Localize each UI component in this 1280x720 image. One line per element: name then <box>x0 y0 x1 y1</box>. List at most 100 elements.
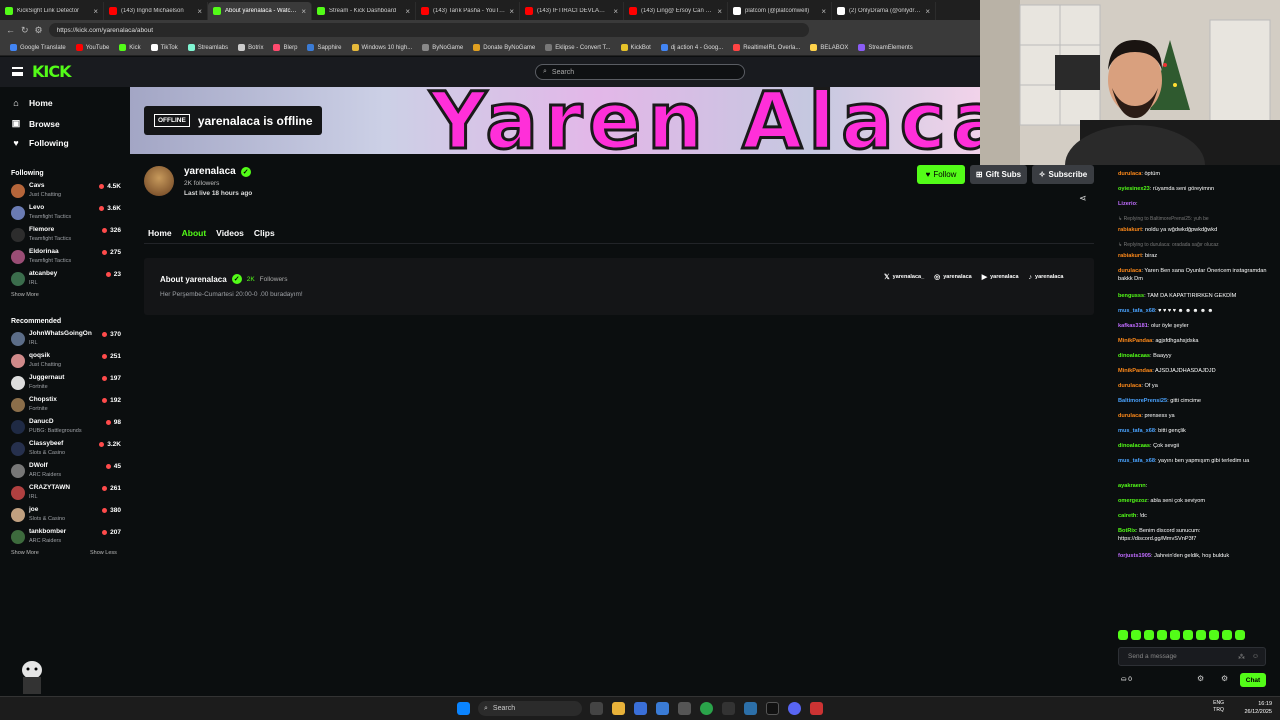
chat-username[interactable]: kafkas3181 <box>1118 323 1148 329</box>
sidebar-channel[interactable]: Levo Teamfight Tactics 3.6K <box>11 203 121 225</box>
obs-icon[interactable] <box>678 702 691 715</box>
chrome-icon[interactable] <box>700 702 713 715</box>
chat-username[interactable]: durulaca <box>1118 383 1141 389</box>
sidebar-channel[interactable]: JohnWhatsGoingOn IRL 370 <box>11 329 121 351</box>
emote-icon[interactable] <box>1183 630 1193 640</box>
bookmark-item[interactable]: KickBot <box>620 44 651 51</box>
sidebar-nav-following[interactable]: ♥ Following <box>11 138 68 148</box>
sidebar-channel[interactable]: atcanbey IRL 23 <box>11 269 121 291</box>
close-icon[interactable]: × <box>405 7 410 16</box>
chat-username[interactable]: rabiakurt <box>1118 227 1142 233</box>
tab-clips[interactable]: Clips <box>254 228 275 238</box>
kick-logo[interactable]: KICK <box>32 62 71 81</box>
chat-username[interactable]: rabiakurt <box>1118 253 1142 259</box>
sidebar-channel[interactable]: Eldorinaa Teamfight Tactics 275 <box>11 247 121 269</box>
show-less-link[interactable]: Show Less <box>90 550 117 556</box>
browser-tab[interactable]: (2) OnlyDrama (@onlydrama) × <box>832 2 936 20</box>
bookmark-item[interactable]: TikTok <box>150 44 178 51</box>
follow-button[interactable]: ♥ Follow <box>917 165 965 184</box>
app-icon[interactable] <box>722 702 735 715</box>
search-input[interactable]: ⌕ Search <box>535 64 745 80</box>
bookmark-item[interactable]: Blerp <box>273 44 297 51</box>
social-link[interactable]: ▶ yarenalaca <box>982 273 1019 281</box>
site-info-icon[interactable]: ⚙ <box>35 25 43 36</box>
bookmark-item[interactable]: Botrix <box>238 44 263 51</box>
bookmark-item[interactable]: Windows 10 high... <box>351 44 412 51</box>
bookmark-item[interactable]: BELABOX <box>810 44 848 51</box>
browser-tab[interactable]: platcom (@platcomwell) × <box>728 2 832 20</box>
chat-username[interactable]: mus_tafa_x68 <box>1118 458 1155 464</box>
chat-username[interactable]: durulaca <box>1118 268 1141 274</box>
emote-icon[interactable] <box>1144 630 1154 640</box>
sidebar-channel[interactable]: DanucD PUBG: Battlegrounds 98 <box>11 417 121 439</box>
close-icon[interactable]: × <box>925 7 930 16</box>
chat-username[interactable]: MinikPandaa <box>1118 338 1152 344</box>
sidebar-channel[interactable]: Classybeef Slots & Casino 3.2K <box>11 439 121 461</box>
url-field[interactable]: https://kick.com/yarenalaca/about <box>48 23 809 37</box>
chat-username[interactable]: ayakraenn <box>1118 483 1146 489</box>
taskbar-clock[interactable]: 16:19 26/12/2025 <box>1244 700 1272 716</box>
emote-icon[interactable] <box>1222 630 1232 640</box>
browser-tab[interactable]: About yarenalaca - Watch Li × <box>208 2 312 20</box>
bookmark-item[interactable]: Streamlabs <box>187 44 228 51</box>
channel-avatar[interactable] <box>144 166 174 196</box>
emote-icon[interactable] <box>1209 630 1219 640</box>
bookmark-item[interactable]: Donate ByNoGame <box>473 44 535 51</box>
browser-tab[interactable]: Stream - Kick Dashboard × <box>312 2 416 20</box>
smiley-icon[interactable]: ☺ <box>1252 653 1259 660</box>
browser-tab[interactable]: KickSight Link Detector × <box>0 2 104 20</box>
emote-icon[interactable] <box>1235 630 1245 640</box>
chat-username[interactable]: forjusts1905 <box>1118 553 1151 559</box>
menu-icon[interactable] <box>12 67 23 76</box>
sidebar-channel[interactable]: DWolf ARC Raiders 45 <box>11 461 121 483</box>
social-link[interactable]: ♪ yarenalaca <box>1029 273 1064 281</box>
tab-videos[interactable]: Videos <box>216 228 244 238</box>
chat-username[interactable]: mus_tafa_x68 <box>1118 308 1155 314</box>
chat-username[interactable]: bengusss <box>1118 293 1144 299</box>
task-view-icon[interactable] <box>590 702 603 715</box>
file-explorer-icon[interactable] <box>612 702 625 715</box>
chat-username[interactable]: BotRix <box>1118 528 1136 534</box>
windows-start-icon[interactable] <box>457 702 470 715</box>
close-icon[interactable]: × <box>509 7 514 16</box>
chat-input[interactable]: Send a message ⁂ ☺ <box>1118 647 1266 666</box>
browser-tab[interactable]: (143) Tarık Pasha - YouTube × <box>416 2 520 20</box>
bookmark-item[interactable]: StreamElements <box>858 44 913 51</box>
reload-icon[interactable]: ↻ <box>21 25 29 36</box>
emote-icon[interactable] <box>1196 630 1206 640</box>
share-icon[interactable]: ⋖ <box>1079 193 1087 204</box>
bookmark-item[interactable]: ByNoGame <box>422 44 463 51</box>
chat-username[interactable]: caireth <box>1118 513 1136 519</box>
bookmark-item[interactable]: YouTube <box>75 44 109 51</box>
chat-username[interactable]: oyiesinex23 <box>1118 186 1150 192</box>
chat-username[interactable]: mus_tafa_x68 <box>1118 428 1155 434</box>
sidebar-channel[interactable]: Juggernaut Fortnite 197 <box>11 373 121 395</box>
social-link[interactable]: ◎ yarenalaca <box>934 273 972 281</box>
emote-icon[interactable] <box>1118 630 1128 640</box>
gift-subs-button[interactable]: ⊞ Gift Subs <box>970 165 1027 184</box>
bookmark-item[interactable]: RealtimeIRL Overla... <box>733 44 800 51</box>
close-icon[interactable]: × <box>197 7 202 16</box>
bookmark-item[interactable]: Google Translate <box>10 44 66 51</box>
store-icon[interactable] <box>634 702 647 715</box>
bookmark-item[interactable]: Sapphire <box>307 44 342 51</box>
chat-username[interactable]: durulaca <box>1118 171 1141 177</box>
tab-home[interactable]: Home <box>148 228 172 238</box>
tab-about[interactable]: About <box>182 228 207 238</box>
chat-username[interactable]: dinoalacaas <box>1118 443 1150 449</box>
chat-tools-icon[interactable]: ⚙ <box>1221 674 1228 683</box>
back-icon[interactable]: ← <box>6 25 15 35</box>
show-more-link[interactable]: Show More <box>11 292 39 298</box>
language-indicator[interactable]: ENG TRQ <box>1213 700 1224 714</box>
sidebar-channel[interactable]: joe Slots & Casino 380 <box>11 505 121 527</box>
close-icon[interactable]: × <box>301 7 306 16</box>
sidebar-channel[interactable]: Chopstix Fortnite 192 <box>11 395 121 417</box>
emote-picker-icon[interactable]: ⁂ <box>1238 653 1245 661</box>
show-more-link[interactable]: Show More <box>11 550 39 556</box>
sidebar-channel[interactable]: qoqsik Just Chatting 251 <box>11 351 121 373</box>
close-icon[interactable]: × <box>717 7 722 16</box>
browser-tab[interactable]: (143) Ingrid Michaelson × <box>104 2 208 20</box>
close-icon[interactable]: × <box>613 7 618 16</box>
subscribe-button[interactable]: ✧ Subscribe <box>1032 165 1094 184</box>
close-icon[interactable]: × <box>93 7 98 16</box>
